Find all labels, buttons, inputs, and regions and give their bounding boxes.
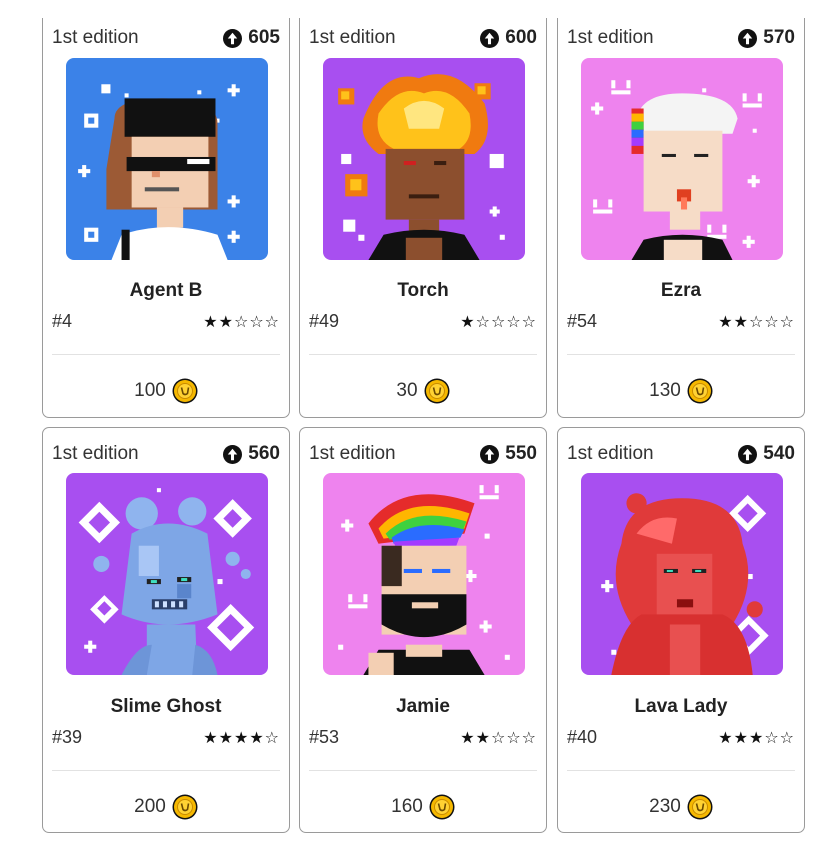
price-value: 100: [134, 380, 166, 401]
divider: [309, 354, 537, 355]
card-header: 1st edition 560: [52, 442, 280, 466]
edition-label: 1st edition: [52, 27, 139, 48]
lava-lady-portrait: [581, 473, 783, 675]
star-rating: ★★☆☆☆: [718, 313, 795, 331]
divider: [567, 770, 795, 771]
price-value: 30: [396, 380, 418, 401]
price-value: 200: [134, 796, 166, 817]
arrow-up-circle-icon: [480, 444, 500, 464]
star-rating: ★★☆☆☆: [460, 729, 537, 747]
coin-icon: [429, 794, 455, 820]
character-name: Slime Ghost: [110, 696, 222, 717]
token-number: #4: [52, 311, 73, 331]
character-art[interactable]: [581, 473, 783, 675]
price-value: 130: [649, 380, 681, 401]
score-value: 560: [248, 443, 280, 464]
torch-portrait: [323, 58, 525, 260]
card-meta: #39 ★★★★☆: [52, 727, 280, 748]
edition-label: 1st edition: [309, 27, 396, 48]
card-header: 1st edition 550: [309, 442, 537, 466]
arrow-up-circle-icon: [480, 28, 500, 48]
nft-card-lava-lady[interactable]: 1st edition 540 Lava Lady #40 ★★★☆☆ 230: [557, 427, 805, 833]
character-art[interactable]: [323, 473, 525, 675]
nft-card-jamie[interactable]: 1st edition 550 Jamie #53 ★★☆☆☆ 160: [299, 427, 547, 833]
nft-card-torch[interactable]: 1st edition 600 Torch #49 ★☆☆☆☆ 30: [299, 18, 547, 418]
character-name: Torch: [397, 280, 449, 301]
character-art[interactable]: [66, 473, 268, 675]
coin-icon: [172, 378, 198, 404]
card-header: 1st edition 570: [567, 26, 795, 50]
character-name: Lava Lady: [634, 696, 728, 717]
edition-label: 1st edition: [52, 443, 139, 464]
star-rating: ★★☆☆☆: [203, 313, 280, 331]
divider: [52, 354, 280, 355]
character-art[interactable]: [323, 58, 525, 260]
score-value: 570: [763, 27, 795, 48]
nft-card-ezra[interactable]: 1st edition 570 Ezra #54 ★★☆☆☆ 130: [557, 18, 805, 418]
score: 540: [738, 443, 795, 465]
divider: [567, 354, 795, 355]
star-rating: ★★★☆☆: [718, 729, 795, 747]
coin-icon: [424, 378, 450, 404]
edition-label: 1st edition: [567, 27, 654, 48]
card-header: 1st edition 540: [567, 442, 795, 466]
token-number: #54: [567, 311, 598, 331]
price: 100: [43, 378, 289, 404]
nft-card-slime-ghost[interactable]: 1st edition 560 Slime Ghost #39 ★★★★☆ 20…: [42, 427, 290, 833]
score-value: 605: [248, 27, 280, 48]
star-rating: ★☆☆☆☆: [460, 313, 537, 331]
card-grid: 1st edition 605 Agent B #4 ★★☆☆☆ 100 1st…: [0, 0, 829, 847]
token-number: #49: [309, 311, 340, 331]
arrow-up-circle-icon: [223, 28, 243, 48]
price: 200: [43, 794, 289, 820]
character-name: Agent B: [129, 280, 203, 301]
character-art[interactable]: [581, 58, 783, 260]
divider: [52, 770, 280, 771]
star-rating: ★★★★☆: [203, 729, 280, 747]
jamie-portrait: [323, 473, 525, 675]
score: 570: [738, 27, 795, 49]
arrow-up-circle-icon: [223, 444, 243, 464]
coin-icon: [687, 794, 713, 820]
card-header: 1st edition 605: [52, 26, 280, 50]
card-meta: #54 ★★☆☆☆: [567, 311, 795, 332]
ezra-portrait: [581, 58, 783, 260]
price: 130: [558, 378, 804, 404]
price: 30: [300, 378, 546, 404]
divider: [309, 770, 537, 771]
token-number: #53: [309, 727, 340, 747]
token-number: #39: [52, 727, 83, 747]
edition-label: 1st edition: [567, 443, 654, 464]
card-meta: #4 ★★☆☆☆: [52, 311, 280, 332]
edition-label: 1st edition: [309, 443, 396, 464]
score: 605: [223, 27, 280, 49]
arrow-up-circle-icon: [738, 444, 758, 464]
card-meta: #49 ★☆☆☆☆: [309, 311, 537, 332]
price-value: 230: [649, 796, 681, 817]
token-number: #40: [567, 727, 598, 747]
agent-b-portrait: [66, 58, 268, 260]
coin-icon: [172, 794, 198, 820]
card-header: 1st edition 600: [309, 26, 537, 50]
score-value: 600: [505, 27, 537, 48]
arrow-up-circle-icon: [738, 28, 758, 48]
score: 600: [480, 27, 537, 49]
score: 550: [480, 443, 537, 465]
slime-ghost-portrait: [66, 473, 268, 675]
price: 230: [558, 794, 804, 820]
score: 560: [223, 443, 280, 465]
card-meta: #53 ★★☆☆☆: [309, 727, 537, 748]
character-name: Jamie: [396, 696, 450, 717]
character-art[interactable]: [66, 58, 268, 260]
coin-icon: [687, 378, 713, 404]
price: 160: [300, 794, 546, 820]
character-name: Ezra: [660, 280, 702, 301]
card-meta: #40 ★★★☆☆: [567, 727, 795, 748]
price-value: 160: [391, 796, 423, 817]
nft-card-agent-b[interactable]: 1st edition 605 Agent B #4 ★★☆☆☆ 100: [42, 18, 290, 418]
score-value: 550: [505, 443, 537, 464]
score-value: 540: [763, 443, 795, 464]
